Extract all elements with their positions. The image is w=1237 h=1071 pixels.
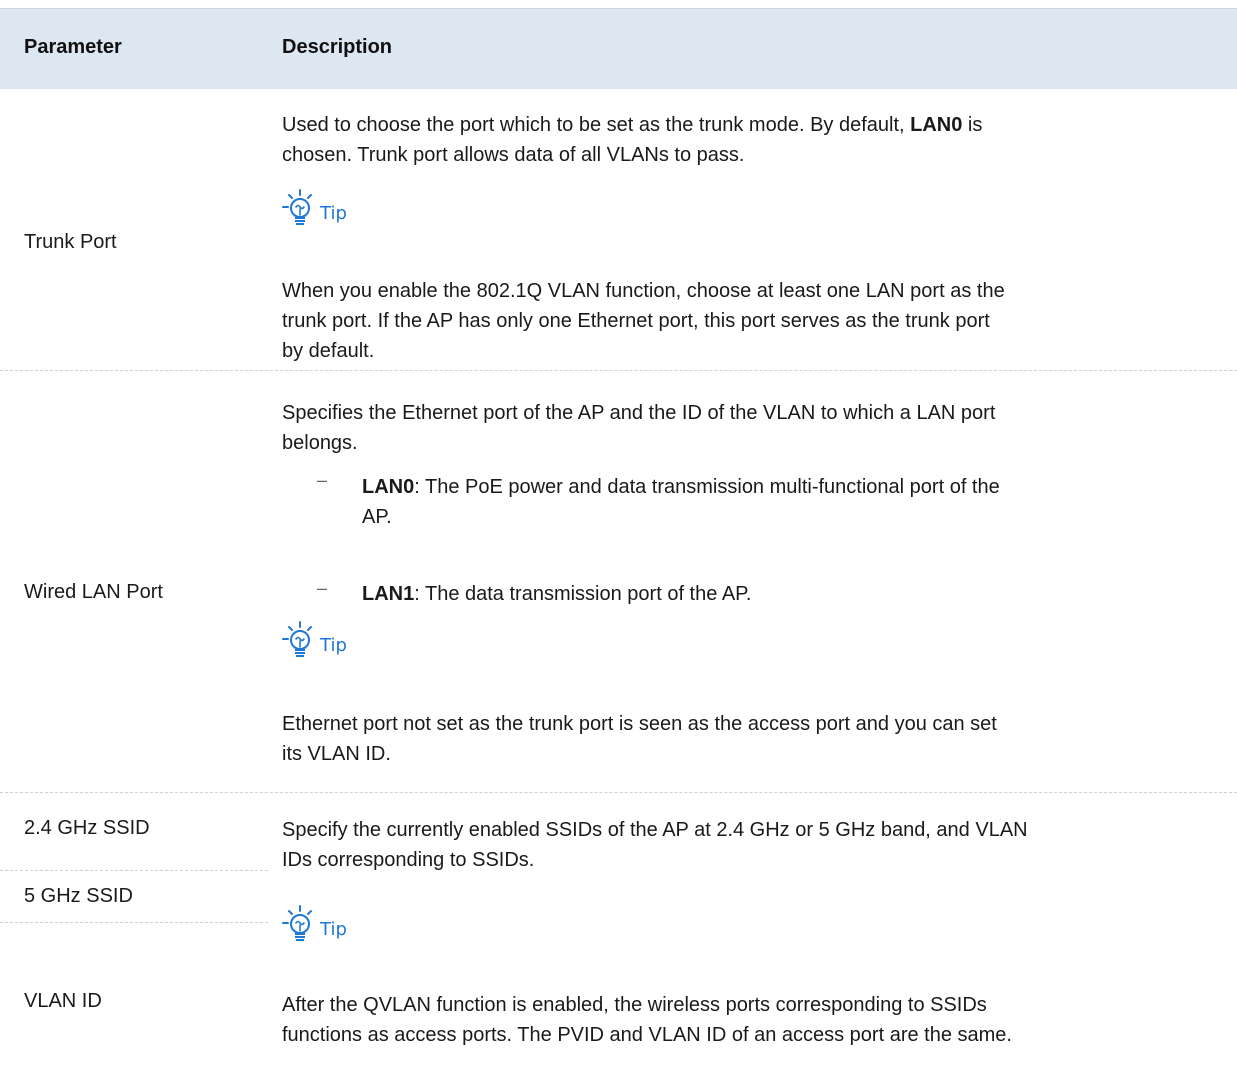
trunk-desc-line1: Used to choose the port which to be set … — [282, 114, 983, 136]
table-header: Parameter Description — [0, 8, 1237, 89]
param-wired-lan-port: Wired LAN Port — [24, 581, 163, 603]
trunk-tip: Tip — [282, 188, 347, 228]
wired-description: Specifies the Ethernet port of the AP an… — [282, 402, 996, 454]
param-trunk-port: Trunk Port — [24, 231, 117, 253]
header-description: Description — [282, 36, 393, 58]
param-divider — [0, 922, 268, 923]
ssid-description: Specify the currently enabled SSIDs of t… — [282, 819, 1028, 871]
tip-label: Tip — [320, 634, 347, 656]
trunk-desc-line2: chosen. Trunk port allows data of all VL… — [282, 144, 745, 166]
row-divider — [0, 792, 1237, 793]
lan0-item: LAN0: The PoE power and data transmissio… — [362, 476, 1000, 528]
ssid-tip: Tip — [282, 904, 347, 944]
wired-tip: Tip — [282, 620, 347, 660]
lightbulb-tip-icon — [282, 189, 312, 225]
header-parameter: Parameter — [24, 36, 122, 58]
lightbulb-tip-icon — [282, 905, 312, 941]
ssid-tip-text: After the QVLAN function is enabled, the… — [282, 994, 1012, 1046]
param-24ghz-ssid: 2.4 GHz SSID — [24, 817, 150, 839]
param-5ghz-ssid: 5 GHz SSID — [24, 885, 133, 907]
lightbulb-tip-icon — [282, 621, 312, 657]
param-vlan-id: VLAN ID — [24, 990, 102, 1012]
bullet-dash: – — [317, 578, 328, 598]
lan1-item: LAN1: The data transmission port of the … — [362, 583, 752, 605]
lan0-label: LAN0 — [362, 476, 415, 498]
bullet-dash: – — [317, 470, 328, 490]
trunk-description: Used to choose the port which to be set … — [282, 110, 982, 170]
trunk-tip-text: When you enable the 802.1Q VLAN function… — [282, 280, 1005, 362]
trunk-default-lan0: LAN0 — [910, 114, 963, 136]
tip-label: Tip — [320, 202, 347, 224]
param-divider — [0, 870, 268, 871]
tip-label: Tip — [320, 918, 347, 940]
row-divider — [0, 370, 1237, 371]
lan1-label: LAN1 — [362, 583, 415, 605]
wired-tip-text: Ethernet port not set as the trunk port … — [282, 713, 997, 765]
